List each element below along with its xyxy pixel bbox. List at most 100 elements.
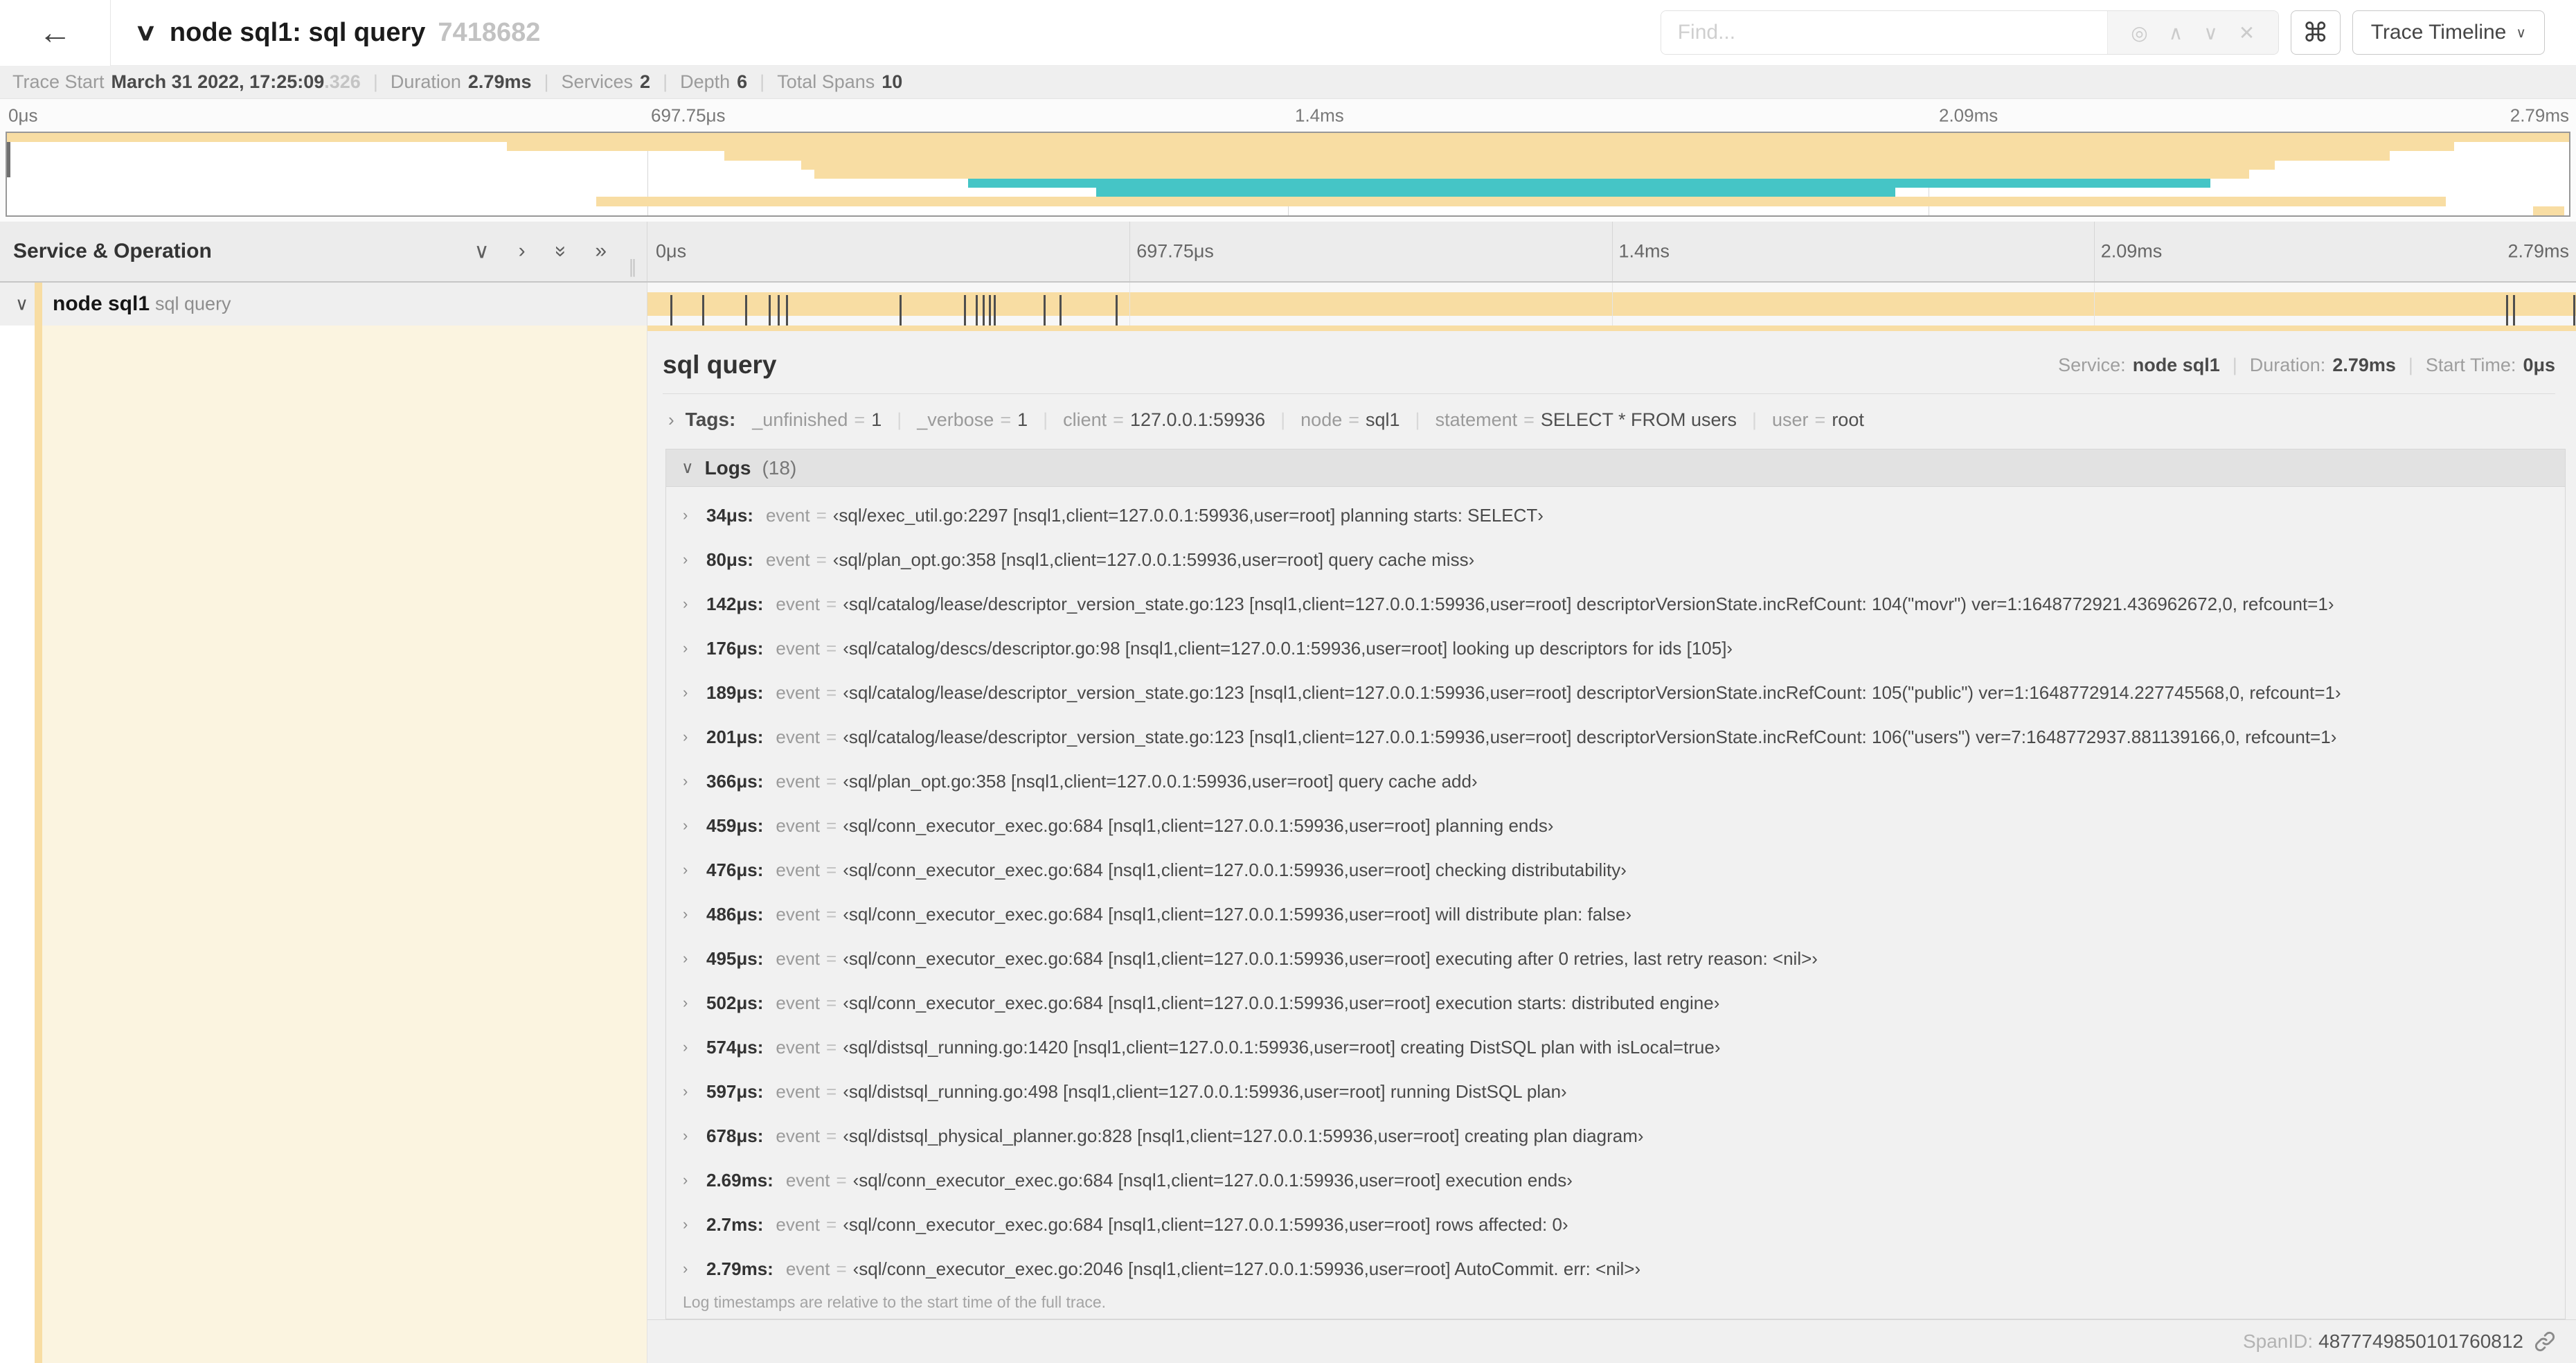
ruler-tick-label: 0μs [8, 105, 38, 126]
log-equals: = [826, 1080, 837, 1102]
grid-line [2093, 283, 2095, 326]
log-row[interactable]: › 189μs: event = ‹sql/catalog/lease/descript… [666, 670, 2565, 715]
summary-value: 6 [737, 71, 748, 92]
log-equals: = [826, 593, 837, 614]
summary-item: Duration 2.79ms [378, 71, 532, 93]
minimap-span [7, 133, 2569, 143]
log-row[interactable]: › 366μs: event = ‹sql/plan_opt.go:358 [nsql1… [666, 759, 2565, 803]
summary-label: Trace Start [12, 71, 105, 92]
summary-label: Duration [390, 71, 461, 92]
trace-collapse-icon[interactable]: ∨ [134, 19, 158, 46]
tag-key: user [1772, 409, 1809, 430]
prev-result-icon[interactable]: ∧ [2169, 21, 2183, 44]
ruler-tick-label: 2.09ms [2100, 240, 2163, 262]
log-timestamp: 597μs: [706, 1080, 764, 1102]
span-timeline-cell[interactable] [647, 283, 2576, 332]
locate-icon[interactable]: ◎ [2131, 21, 2147, 44]
log-row[interactable]: › 34μs: event = ‹sql/exec_util.go:2297 [nsql… [666, 493, 2565, 537]
log-timestamp: 486μs: [706, 903, 764, 925]
column-resize-grip[interactable]: ∥ [628, 256, 637, 278]
expand-all-icon[interactable]: » [595, 240, 607, 264]
find-box: ◎ ∧ ∨ ✕ [1660, 10, 2279, 55]
collapse-one-icon[interactable]: ∨ [474, 240, 490, 264]
log-equals: = [826, 1036, 837, 1058]
log-message: ‹sql/catalog/lease/descriptor_version_st… [843, 593, 2334, 614]
log-row[interactable]: › 2.69ms: event = ‹sql/conn_executor_exec.go… [666, 1158, 2565, 1202]
log-field-key: event [776, 593, 821, 614]
deep-link-icon[interactable] [2533, 1330, 2557, 1353]
view-selector-button[interactable]: Trace Timeline ∨ [2352, 10, 2545, 55]
tag-value: SELECT * FROM users [1540, 409, 1737, 430]
span-service-name: node sql1 [53, 292, 150, 315]
log-row[interactable]: › 2.7ms: event = ‹sql/conn_executor_exec.go:… [666, 1202, 2565, 1247]
span-collapse-icon[interactable]: ∨ [15, 294, 28, 315]
log-timestamp: 495μs: [706, 947, 764, 969]
meta-value: node sql1 [2132, 354, 2220, 375]
clear-search-icon[interactable]: ✕ [2239, 21, 2255, 44]
log-timestamp: 2.79ms: [706, 1258, 773, 1279]
timeline-ruler: 0μs 697.75μs 1.4ms 2.09ms 2.79ms [647, 222, 2576, 281]
tags-accordion[interactable]: › Tags: _unfinished = 1 | _verbose = 1 | client =… [668, 403, 2555, 436]
ruler-tick-label: 2.79ms [2510, 105, 2569, 126]
log-row[interactable]: › 176μs: event = ‹sql/catalog/descs/descript… [666, 626, 2565, 670]
trace-timeline-page: ← ∨ node sql1: sql query 7418682 ◎ ∧ ∨ ✕… [0, 0, 2576, 1363]
tag-value: 127.0.0.1:59936 [1129, 409, 1266, 430]
page-title: node sql1: sql query [169, 17, 426, 47]
log-row[interactable]: › 502μs: event = ‹sql/conn_executor_exec.go:… [666, 981, 2565, 1025]
expand-one-icon[interactable]: › [519, 240, 526, 264]
log-message: ‹sql/conn_executor_exec.go:684 [nsql1,cl… [843, 814, 1554, 836]
log-field-key: event [776, 947, 821, 969]
next-result-icon[interactable]: ∨ [2203, 21, 2218, 44]
selected-row-highlight [42, 326, 647, 1363]
logs-header[interactable]: ∨ Logs (18) [666, 449, 2565, 487]
log-message: ‹sql/conn_executor_exec.go:684 [nsql1,cl… [843, 992, 1720, 1013]
summary-value: 10 [882, 71, 903, 92]
log-equals: = [826, 903, 837, 925]
chevron-right-icon: › [683, 595, 688, 612]
ruler-tick-label: 0μs [656, 240, 687, 262]
log-row[interactable]: › 495μs: event = ‹sql/conn_executor_exec.go:… [666, 936, 2565, 981]
log-timestamp: 176μs: [706, 637, 764, 659]
log-row[interactable]: › 476μs: event = ‹sql/conn_executor_exec.go:… [666, 848, 2565, 892]
collapse-all-icon[interactable]: » [548, 246, 572, 258]
log-equals: = [816, 549, 827, 570]
divider [663, 393, 2555, 394]
log-row[interactable]: › 678μs: event = ‹sql/distsql_physical_plann… [666, 1114, 2565, 1158]
back-arrow-icon: ← [38, 14, 72, 51]
log-field-key: event [776, 1036, 821, 1058]
log-row[interactable]: › 2.79ms: event = ‹sql/conn_executor_exec.go… [666, 1247, 2565, 1287]
log-row[interactable]: › 142μs: event = ‹sql/catalog/lease/descript… [666, 582, 2565, 626]
keyboard-shortcuts-button[interactable]: ⌘ [2290, 10, 2341, 55]
summary-separator: | [373, 71, 378, 92]
chevron-right-icon: › [683, 1260, 688, 1277]
tag-equals: = [1348, 409, 1360, 430]
span-detail-section: sql query Service: node sql1 | Duration: 2.7… [0, 326, 2576, 1363]
logs-accordion: ∨ Logs (18) › 34μs: event = ‹sql/exec_util.g… [665, 449, 2566, 1319]
trace-summary-bar: Trace Start March 31 2022, 17:25:09.326 | D… [0, 66, 2576, 99]
log-equals: = [836, 1169, 847, 1191]
log-row[interactable]: › 459μs: event = ‹sql/conn_executor_exec.go:… [666, 803, 2565, 848]
span-name-cell[interactable]: ∨ node sql1 sql query [0, 283, 647, 326]
expand-collapse-controls: ∨ › » » [474, 240, 607, 264]
find-input[interactable] [1661, 11, 2107, 54]
log-row[interactable]: › 574μs: event = ‹sql/distsql_running.go:142… [666, 1025, 2565, 1069]
chevron-right-icon: › [683, 506, 688, 524]
chevron-down-icon: ∨ [2516, 25, 2526, 41]
log-equals: = [826, 770, 837, 792]
chevron-right-icon: › [683, 1127, 688, 1144]
minimap-span [801, 160, 2275, 170]
service-color-strip [35, 326, 42, 1363]
summary-item: Trace Start March 31 2022, 17:25:09.326 [12, 71, 361, 93]
log-row[interactable]: › 486μs: event = ‹sql/conn_executor_exec.go:… [666, 892, 2565, 936]
span-row[interactable]: ∨ node sql1 sql query [0, 283, 2576, 332]
log-row[interactable]: › 80μs: event = ‹sql/plan_opt.go:358 [nsql1,… [666, 537, 2565, 582]
log-field-key: event [776, 1213, 820, 1235]
log-row[interactable]: › 201μs: event = ‹sql/catalog/lease/descript… [666, 715, 2565, 759]
detail-footer: SpanID: 4877749850101760812 [647, 1319, 2576, 1363]
chevron-down-icon: ∨ [681, 458, 694, 477]
log-row[interactable]: › 597μs: event = ‹sql/distsql_running.go:498… [666, 1069, 2565, 1114]
minimap-canvas[interactable] [6, 132, 2570, 217]
log-field-key: event [776, 637, 821, 659]
meta-separator: | [2408, 354, 2413, 375]
back-button[interactable]: ← [0, 0, 111, 66]
